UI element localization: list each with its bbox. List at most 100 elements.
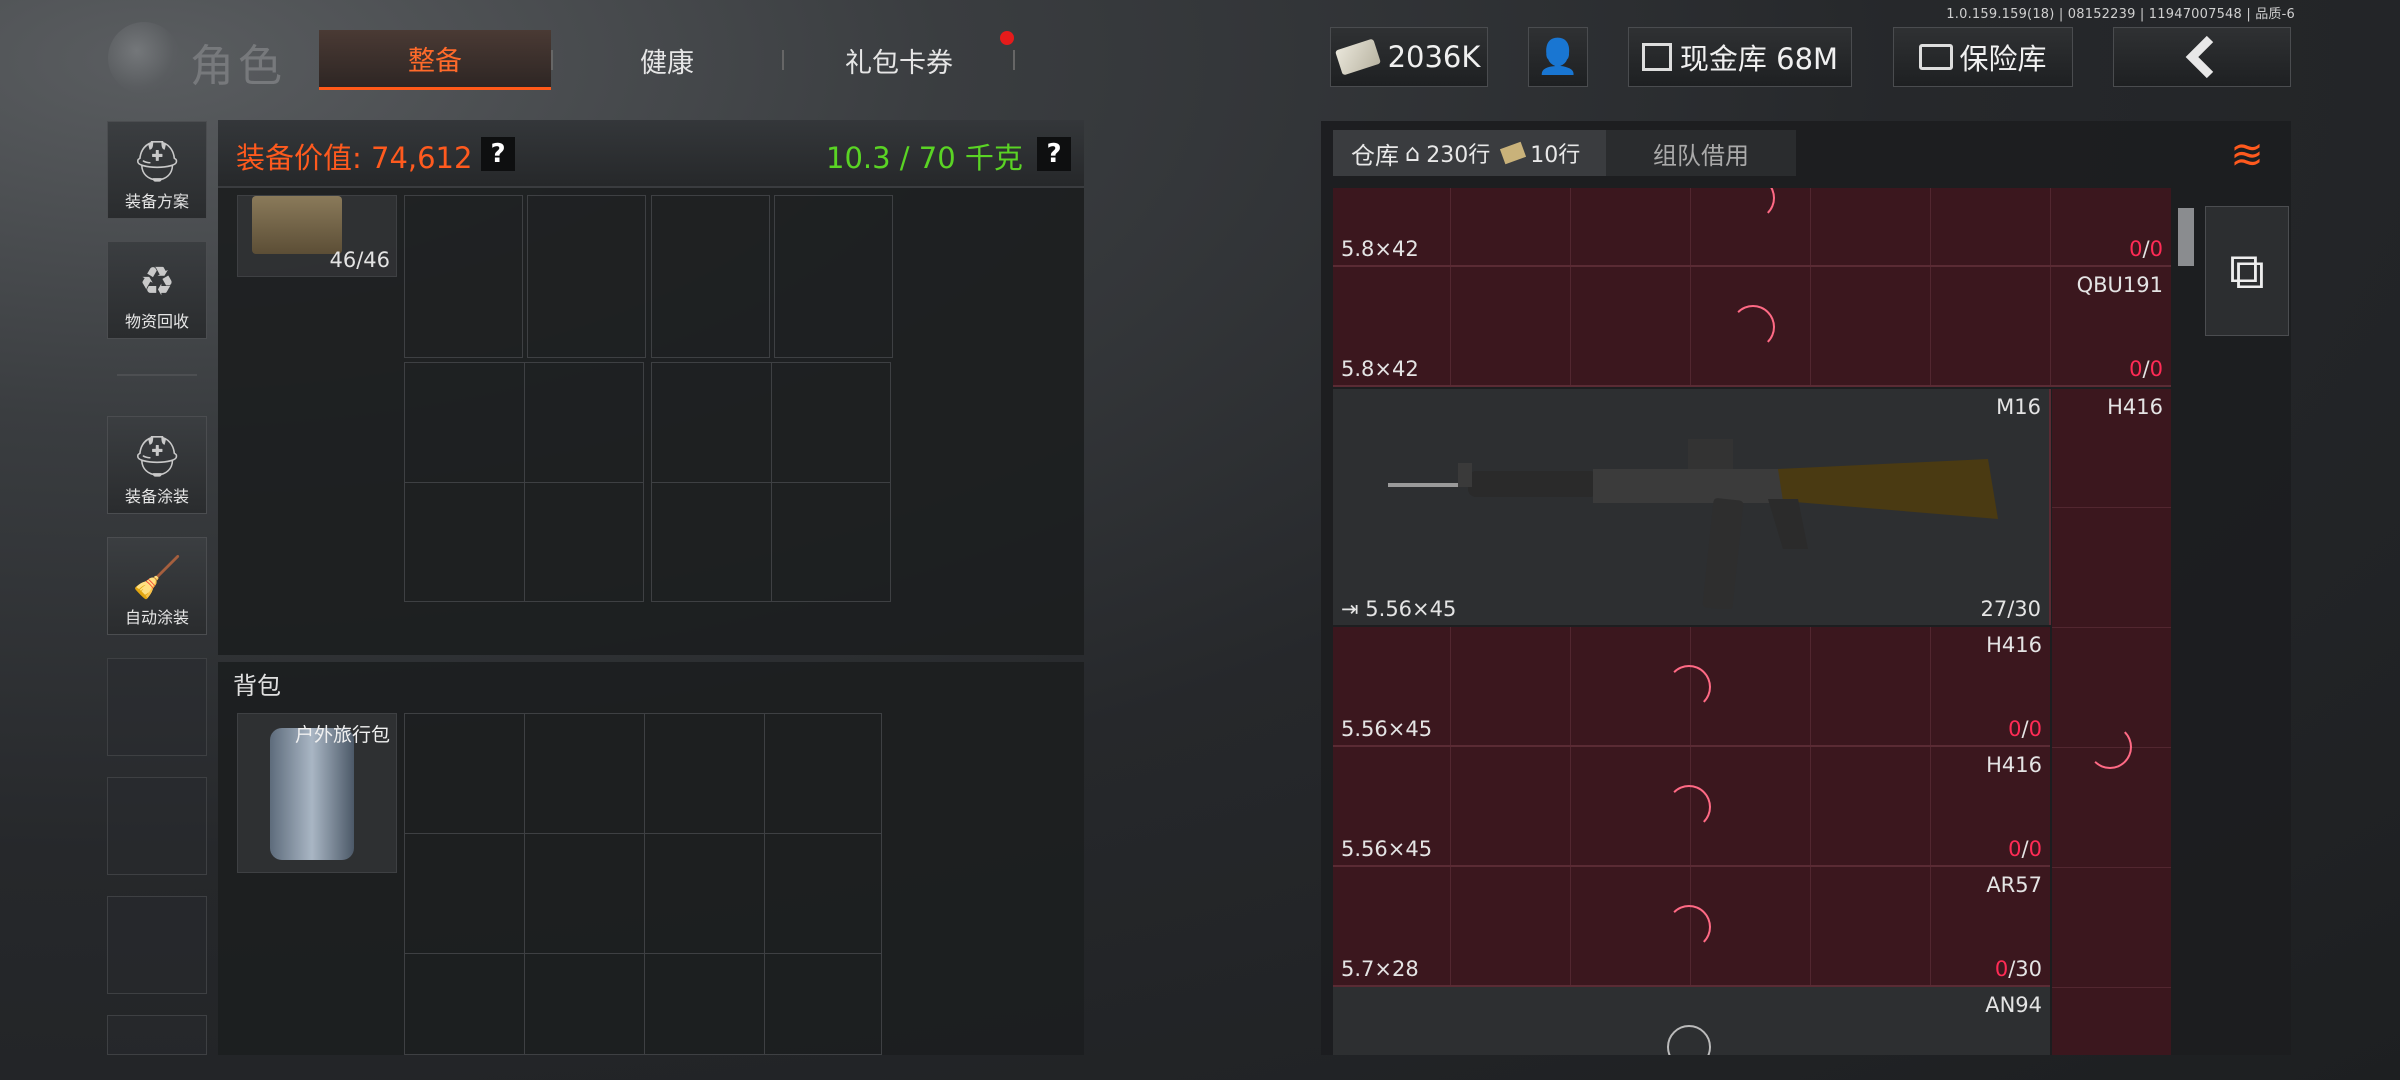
warehouse-tab-label: 仓库 — [1351, 141, 1399, 170]
loading-spinner — [1731, 305, 1775, 349]
loading-spinner — [1667, 1025, 1711, 1055]
vest-durability: 46/46 — [329, 248, 390, 272]
vest-slot[interactable] — [774, 195, 893, 358]
weapon-caliber: 5.56×45 — [1341, 717, 1433, 741]
weapon-ammo: 0/0 — [2129, 357, 2163, 381]
rail-auto-skin[interactable]: 🧹 自动涂装 — [107, 537, 207, 635]
weapon-ammo: 0/0 — [2008, 717, 2042, 741]
currency-display[interactable]: 2036K — [1330, 27, 1488, 87]
rifle-image — [1388, 439, 1998, 609]
cash-vault-label: 现金库 68M — [1679, 42, 1839, 76]
rail-supply-recycle[interactable]: ♻ 物资回收 — [107, 241, 207, 339]
loading-spinner — [1667, 905, 1711, 949]
house-icon: ⌂ — [1405, 139, 1421, 167]
rail-label: 自动涂装 — [124, 608, 189, 627]
vest-item[interactable]: 46/46 — [237, 195, 397, 277]
game-logo — [108, 22, 180, 94]
loading-spinner — [1667, 785, 1711, 829]
backpack-name: 户外旅行包 — [294, 724, 390, 746]
safe-vault-label: 保险库 — [1959, 42, 2047, 76]
weapon-caliber: 5.8×42 — [1341, 357, 1419, 381]
vest-image — [252, 196, 342, 254]
weapon-slot[interactable]: H416 5.56×45 0/0 — [1333, 627, 2050, 747]
weapon-name: AN94 — [1985, 993, 2042, 1017]
weapon-ammo: 0/0 — [2129, 237, 2163, 261]
weight-help-button[interactable]: ? — [1037, 137, 1071, 171]
rail-label: 装备方案 — [124, 192, 189, 211]
rail-empty-slot — [107, 1015, 207, 1055]
rail-empty-slot — [107, 896, 207, 994]
vest-slot[interactable] — [404, 195, 523, 358]
vest-slot[interactable] — [527, 195, 646, 358]
equip-arrow-icon: ⇥ — [1341, 597, 1366, 621]
tab-gift-vouchers[interactable]: 礼包卡券 — [783, 30, 1015, 90]
currency-amount: 2036K — [1387, 40, 1481, 74]
tab-warehouse[interactable]: 仓库 ⌂ 230行 10行 — [1333, 130, 1606, 176]
weapon-slot-equipped[interactable]: M16 ⇥ 5.56×45 27/30 — [1333, 389, 2051, 625]
loading-spinner — [1667, 665, 1711, 709]
weapon-ammo: 0/30 — [1994, 957, 2042, 981]
ticket-icon — [1500, 141, 1527, 165]
vault-icon — [1641, 43, 1672, 71]
extra-rows: 10行 — [1530, 143, 1581, 168]
safe-icon — [1919, 44, 1954, 70]
weapon-caliber: ⇥ 5.56×45 — [1341, 597, 1457, 621]
cash-vault-button[interactable]: 现金库 68M — [1628, 27, 1852, 87]
vest-slot-large[interactable] — [404, 362, 644, 602]
vest-slot-large[interactable] — [651, 362, 891, 602]
tab-team-borrow[interactable]: 组队借用 — [1606, 130, 1796, 176]
rail-loadout-plans[interactable]: ⛑ 装备方案 — [107, 121, 207, 219]
weight-indicator: 10.3 / 70 千克 — [826, 141, 1023, 175]
weapon-name: QBU191 — [2076, 273, 2163, 297]
bulk-store-button[interactable]: ⧉ — [2205, 206, 2289, 336]
backpack-item[interactable]: 户外旅行包 — [237, 713, 397, 873]
safe-vault-button[interactable]: 保险库 — [1893, 27, 2073, 87]
loading-spinner — [2088, 725, 2132, 769]
cash-stack-icon — [1334, 38, 1381, 76]
rail-empty-slot — [107, 658, 207, 756]
helmet-grid-icon: ⛑ — [131, 139, 183, 185]
vest-slot[interactable] — [651, 195, 770, 358]
version-text: 1.0.159.159(18) | 08152239 | 11947007548… — [1946, 7, 2295, 22]
weapon-slot[interactable]: AN94 — [1333, 987, 2050, 1055]
rail-label: 物资回收 — [124, 312, 189, 331]
weapon-slot-side[interactable]: H416 — [2052, 389, 2171, 1055]
weapon-slot[interactable]: H416 5.56×45 0/0 — [1333, 747, 2050, 867]
rail-equipment-skin[interactable]: ⛑ 装备涂装 — [107, 416, 207, 514]
weapon-slot[interactable]: QBU191 5.8×42 0/0 — [1333, 267, 2171, 387]
weapon-name: AR57 — [1986, 873, 2042, 897]
weapon-name: M16 — [1996, 395, 2041, 419]
brush-gear-icon: 🧹 — [132, 555, 182, 601]
weapon-slot[interactable]: 5.8×42 0/0 — [1333, 188, 2171, 267]
rail-empty-slot — [107, 777, 207, 875]
weapon-caliber: 5.56×45 — [1341, 837, 1433, 861]
merchant-icon: 👤 — [1536, 37, 1580, 77]
notification-dot — [1000, 31, 1014, 45]
backpack-section-title: 背包 — [233, 672, 281, 700]
loading-spinner — [1731, 188, 1775, 220]
merchant-button[interactable]: 👤 — [1528, 27, 1588, 87]
tab-health[interactable]: 健康 — [552, 30, 782, 90]
value-help-button[interactable]: ? — [481, 137, 515, 171]
weapon-ammo: 0/0 — [2008, 837, 2042, 861]
weapon-name: H416 — [1986, 633, 2042, 657]
stack-refresh-icon: ≋ — [2230, 132, 2264, 178]
weapon-name: H416 — [1986, 753, 2042, 777]
tab-loadout[interactable]: 整备 — [319, 30, 551, 90]
equipment-value: 装备价值: 74,612 — [236, 141, 473, 175]
weapon-caliber: 5.8×42 — [1341, 237, 1419, 261]
rail-divider — [117, 374, 197, 376]
recycle-icon: ♻ — [139, 259, 175, 305]
weapon-slot[interactable]: AR57 5.7×28 0/30 — [1333, 867, 2050, 987]
back-button[interactable] — [2113, 27, 2291, 87]
layers-download-icon: ⧉ — [2229, 241, 2265, 300]
rail-label: 装备涂装 — [124, 487, 189, 506]
backpack-grid[interactable] — [404, 713, 882, 1055]
backpack-image — [270, 728, 354, 860]
warehouse-scrollbar[interactable] — [2178, 208, 2194, 266]
sort-refresh-button[interactable]: ≋ — [2205, 121, 2289, 189]
helmet-paint-icon: ⛑ — [131, 434, 183, 480]
page-title: 角色 — [190, 41, 286, 92]
warehouse-rows: 230行 — [1426, 143, 1491, 168]
weapon-ammo: 27/30 — [1980, 597, 2041, 621]
